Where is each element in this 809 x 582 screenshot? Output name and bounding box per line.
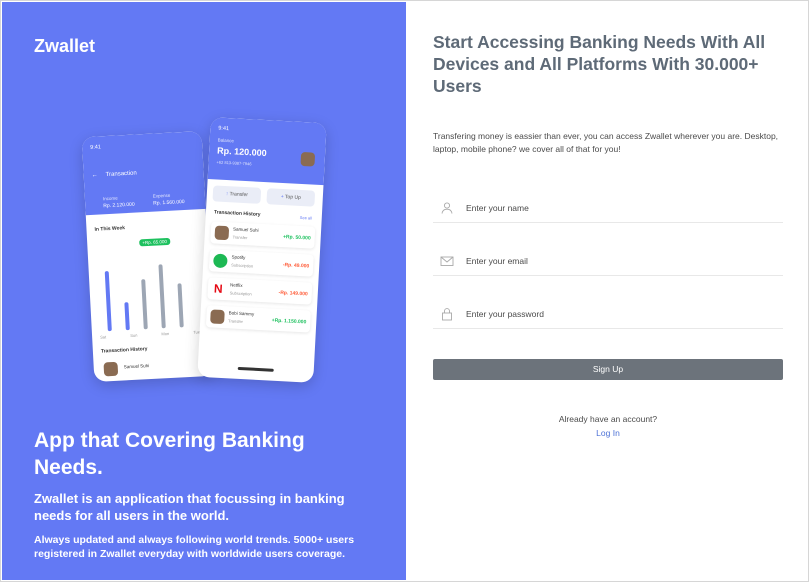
row-type: Transfer (232, 234, 248, 241)
phone-front-header: 9:41 Balance Rp. 120.000 +62 813-9387-79… (207, 117, 327, 186)
back-history-label: Transaction History (100, 346, 148, 355)
phone-mockups-illustration: 9:41 ← Transaction Income Rp. 2.120.000 … (81, 117, 342, 390)
mail-icon (440, 256, 454, 266)
transfer-button: ↑ Transfer (212, 185, 262, 204)
plus-icon: + (280, 193, 284, 201)
signup-title: Start Accessing Banking Needs With All D… (433, 32, 766, 96)
hero-description: Zwallet is an application that focussing… (34, 491, 345, 523)
name-input[interactable] (466, 200, 766, 216)
status-time: 9:41 (90, 144, 102, 151)
avatar (103, 361, 119, 377)
spotify-icon (213, 253, 228, 269)
balance-value: Rp. 120.000 (216, 145, 267, 159)
row-name: Spotify (231, 254, 246, 261)
transfer-label: Transfer (229, 191, 249, 199)
income-badge: +Rp. 65.000 (139, 237, 171, 247)
week-label: In This Week (94, 225, 126, 233)
list-item: Bobi Sammy Transfer +Rp. 1.150.000 (205, 305, 311, 333)
status-time: 9:41 (218, 125, 230, 133)
email-input[interactable] (466, 253, 766, 269)
phone-back-title: Transaction (105, 170, 137, 179)
row-amount: +Rp. 1.150.000 (271, 317, 307, 326)
already-have-account-text: Already have an account? (558, 414, 658, 424)
phone-back-header: 9:41 ← Transaction Income Rp. 2.120.000 … (81, 131, 206, 216)
income-value: Rp. 2.120.000 (103, 201, 135, 210)
signup-button[interactable]: Sign Up (433, 359, 783, 380)
page: Zwallet 9:41 ← Transaction Income Rp. 2.… (0, 0, 809, 582)
weekly-bars (98, 247, 197, 332)
phone-number: +62 813-9387-7946 (216, 159, 252, 167)
expense-label: Expense (152, 192, 171, 199)
row-type: Transfer (228, 318, 244, 325)
hero-title: App that Covering Banking Needs. (34, 429, 305, 479)
hero-panel: Zwallet 9:41 ← Transaction Income Rp. 2.… (2, 2, 406, 580)
bar-5 (177, 283, 184, 328)
balance-label: Balance (217, 137, 235, 144)
home-indicator (237, 366, 274, 372)
topup-button: + Top Up (266, 188, 316, 207)
row-amount: -Rp. 49.000 (282, 262, 310, 270)
login-link[interactable]: Log In (433, 428, 783, 438)
topup-label: Top Up (284, 194, 301, 201)
password-field (433, 303, 783, 329)
bar-3 (141, 279, 148, 330)
front-history-label: Transaction History (213, 209, 261, 218)
bar-4 (158, 264, 166, 329)
expense-value: Rp. 1.560.000 (153, 199, 185, 207)
signup-description: Transfering money is eassier than ever, … (433, 131, 779, 154)
phone-mockup-front: 9:41 Balance Rp. 120.000 +62 813-9387-79… (197, 117, 327, 383)
day-labels: Sat Sun Mon Tue (100, 329, 200, 339)
row-type: Subscription (229, 290, 252, 297)
bar-2 (124, 302, 130, 331)
row-amount: +Rp. 50.000 (282, 234, 311, 242)
income-label: Income (102, 195, 118, 202)
arrow-up-icon: ↑ (225, 191, 229, 198)
back-arrow-icon: ← (91, 172, 98, 179)
phone-mockup-back: 9:41 ← Transaction Income Rp. 2.120.000 … (81, 131, 215, 382)
row-name: Samuel Suhi (232, 226, 259, 233)
row-amount: -Rp. 149.000 (278, 289, 308, 298)
row-name: Bobi Sammy (228, 310, 255, 317)
avatar (300, 151, 316, 167)
day-label: Mon (161, 330, 170, 337)
day-label: Sun (130, 332, 138, 339)
list-item: Samuel Suhi Transfer +Rp. 50.000 (210, 221, 316, 249)
see-all-link: See all (299, 214, 313, 221)
person-icon (441, 202, 453, 214)
avatar (210, 309, 225, 325)
row-type: Subscription (231, 262, 254, 269)
name-field (433, 197, 783, 223)
avatar (214, 225, 230, 241)
brand-logo: Zwallet (34, 36, 96, 56)
password-input[interactable] (466, 306, 766, 322)
day-label: Sat (100, 334, 107, 340)
netflix-icon: N (213, 281, 223, 296)
list-item: Spotify Subscription -Rp. 49.000 (208, 249, 314, 277)
email-field (433, 250, 783, 276)
row-name: Netflix (230, 282, 243, 289)
lock-icon (442, 308, 452, 321)
bar-1 (104, 271, 112, 332)
list-item: N Netflix Subscription -Rp. 149.000 (207, 277, 313, 305)
hero-subtext: Always updated and always following worl… (34, 534, 355, 560)
back-row-name: Samuel Suhi (123, 363, 150, 370)
